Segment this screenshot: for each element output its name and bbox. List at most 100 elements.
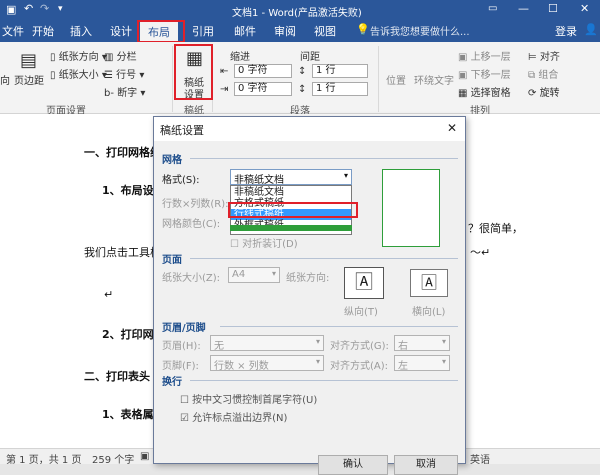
paragraph-1-end: ？很简单， [468,222,523,235]
grid-section-title: 网格 [162,155,182,166]
margins-button[interactable]: 页边距 [14,72,44,87]
punctuation-overflow-checkbox[interactable]: ☑ 允许标点溢出边界(N) [180,409,287,424]
tab-insert[interactable]: 插入 [70,23,92,39]
page-section-title: 页面 [162,255,182,266]
chinese-rules-checkbox[interactable]: ☐ 按中文习惯控制首尾字符(U) [180,391,317,406]
bring-forward-button[interactable]: ▣ 上移一层 [458,48,511,63]
dialog-close-icon[interactable]: ✕ [447,121,457,135]
spacing-title: 间距 [300,52,320,63]
footer-label: 页脚(F): [162,361,199,372]
heading-1: 一、打印网格线 [84,146,161,159]
ribbon-tabs: 文件 开始 插入 设计 布局 引用 邮件 审阅 视图 💡 告诉我您想要做什么..… [0,20,600,42]
header-select[interactable]: 无 ▾ [210,335,324,352]
portrait-icon[interactable]: 🄰 [344,267,384,299]
ribbon-separator [172,46,173,112]
columns-button[interactable]: ▥ 分栏 [104,48,137,63]
dialog-title-bar: 稿纸设置 ✕ [154,117,465,141]
header-align-label: 对齐方式(G): [330,341,389,352]
chevron-down-icon: ▾ [271,269,276,278]
section-divider [190,380,458,381]
lightbulb-icon: 💡 [356,23,370,36]
grid-color-swatch [230,225,352,231]
header-align-select[interactable]: 右 ▾ [394,335,450,352]
header-footer-section-title: 页眉/页脚 [162,323,206,334]
section-divider [190,258,458,259]
indent-left-input[interactable]: 0 字符 [234,64,292,78]
position-button[interactable]: 位置 [386,72,406,87]
account-icon[interactable]: 👤 [584,23,598,36]
tab-file[interactable]: 文件 [2,23,24,39]
spacing-before-input[interactable]: 1 行 [312,64,368,78]
sign-in-link[interactable]: 登录 [555,23,577,39]
proofing-icon[interactable]: ▣ [140,451,149,462]
fold-checkbox[interactable]: ☐ 对折装订(D) [230,235,298,250]
tab-design[interactable]: 设计 [110,23,132,39]
window-title: 文档1 - Word(产品激活失败) [232,8,362,19]
heading-2: 二、打印表头 [84,370,150,383]
customize-qat-icon[interactable]: ▾ [58,4,63,14]
rows-cols-label: 行数×列数(R): [162,199,229,210]
spacing-after-input[interactable]: 1 行 [312,82,368,96]
group-button[interactable]: ⧉ 组合 [528,66,558,81]
heading-2-1: 1、表格属 [102,408,154,421]
tab-references[interactable]: 引用 [192,23,214,39]
chevron-down-icon: ▾ [441,357,446,366]
tab-review[interactable]: 审阅 [274,23,296,39]
tell-me-search[interactable]: 告诉我您想要做什么... [370,23,470,38]
wrap-text-button[interactable]: 环绕文字 [414,72,454,87]
section-divider [220,326,458,327]
tab-view[interactable]: 视图 [314,23,336,39]
heading-1-1: 1、布局设 [102,184,154,197]
cancel-button[interactable]: 取消 [394,455,458,475]
chevron-down-icon: ▾ [315,357,320,366]
close-icon[interactable]: ✕ [580,2,589,15]
page-orientation-button[interactable]: ▯ 纸张方向 ▾ [50,48,107,63]
save-icon[interactable]: ▣ [6,3,16,16]
landscape-label: 横向(L) [412,307,446,318]
line-break-section-title: 换行 [162,377,182,388]
minimize-icon[interactable]: — [518,2,529,15]
indent-left-icon: ⇤ [220,66,229,77]
style-option[interactable]: 非稿纸文档 [231,187,351,198]
indent-right-input[interactable]: 0 字符 [234,82,292,96]
selection-pane-button[interactable]: ▦ 选择窗格 [458,84,511,99]
orientation-partial-label[interactable]: 向 [0,72,10,87]
tab-mailings[interactable]: 邮件 [234,23,256,39]
redo-icon[interactable]: ↷ [40,2,49,15]
line-numbers-button[interactable]: ☰ 行号 ▾ [104,66,144,81]
style-select[interactable]: 非稿纸文档 ▾ [230,169,352,186]
grid-color-label: 网格颜色(C): [162,219,221,230]
dialog-title: 稿纸设置 [160,124,204,137]
margins-icon: ▤ [20,50,38,71]
footer-align-label: 对齐方式(A): [330,361,389,372]
rotate-button[interactable]: ⟳ 旋转 [528,84,560,99]
paper-size-select[interactable]: A4 ▾ [228,267,280,283]
chevron-down-icon: ▾ [441,337,446,346]
section-divider [190,158,458,159]
footer-align-select[interactable]: 左 ▾ [394,355,450,372]
maximize-icon[interactable]: ☐ [548,2,558,15]
preview-box [382,169,440,247]
paragraph-2-end: ～↵ [470,246,491,259]
header-label: 页眉(H): [162,341,201,352]
footer-select[interactable]: 行数 × 列数 ▾ [210,355,324,372]
style-label: 格式(S): [162,175,200,186]
draft-setup-highlight [174,44,213,100]
hyphenation-button[interactable]: b- 断字 ▾ [104,84,145,99]
selected-option-highlight [228,202,358,218]
portrait-label: 纵向(T) [344,307,378,318]
send-backward-button[interactable]: ▣ 下移一层 [458,66,511,81]
ok-button[interactable]: 确认 [318,455,388,475]
align-button[interactable]: ⊨ 对齐 [528,48,560,63]
orientation-label: 纸张方向: [286,273,330,284]
paragraph-2: 我们点击工具栏 [84,246,161,259]
indent-title: 缩进 [230,52,250,63]
ribbon-separator [378,46,379,112]
undo-icon[interactable]: ↶ [24,2,33,15]
page-size-button[interactable]: ▯ 纸张大小 ▾ [50,66,107,81]
ribbon-display-icon[interactable]: ▭ [488,3,497,14]
tab-home[interactable]: 开始 [32,23,54,39]
spacing-before-icon: ↕ [298,66,307,77]
text-cursor: ↵ [104,288,114,301]
landscape-icon[interactable]: 🄰 [410,269,448,297]
